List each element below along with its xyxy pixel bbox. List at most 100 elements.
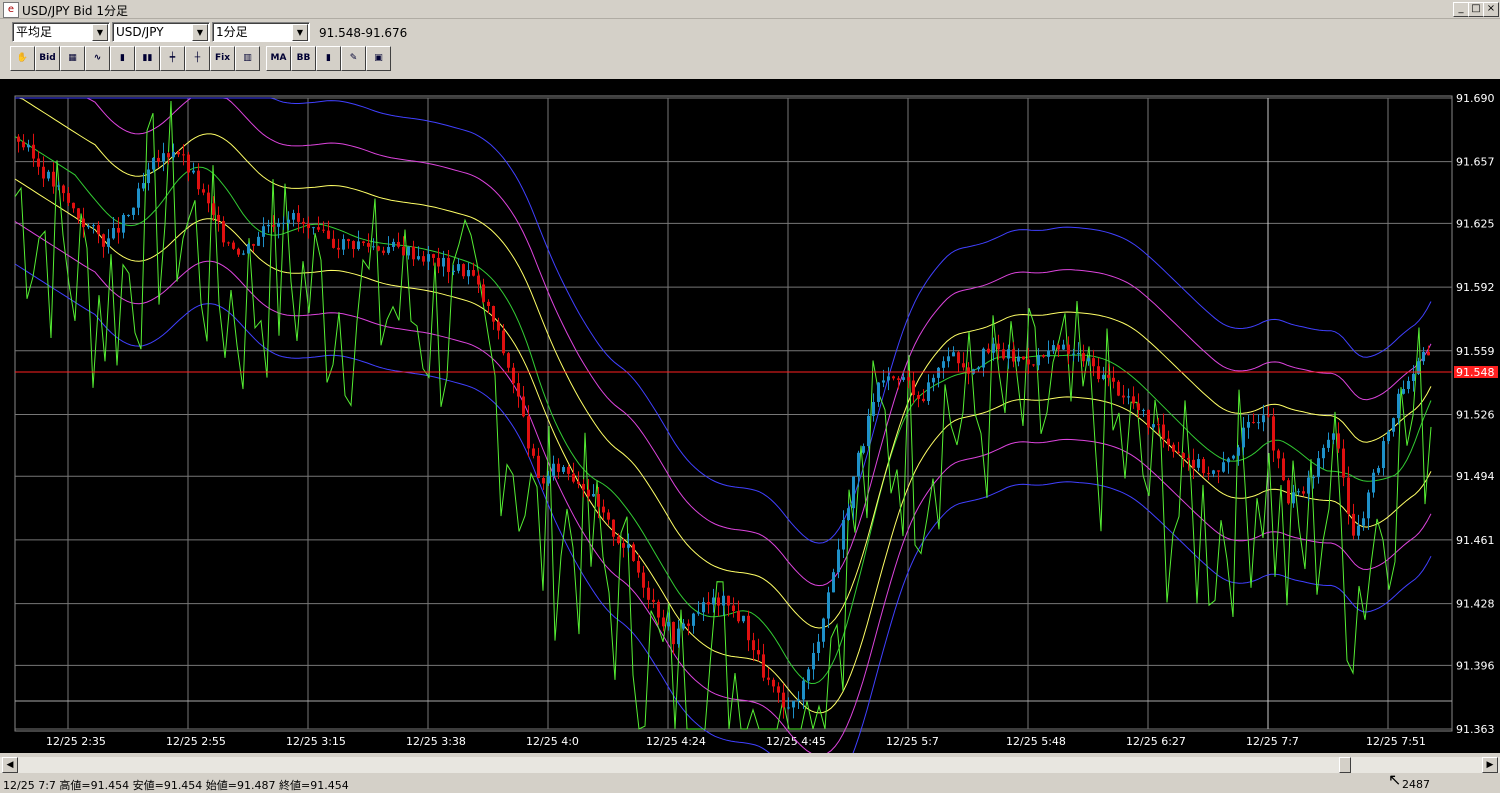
scroll-thumb[interactable] [1339,757,1351,773]
candle-body [52,171,55,187]
candle-body [772,679,775,687]
candle-body [1162,424,1165,439]
hand-tool-button[interactable]: ✋ [10,46,35,71]
candle-body [1232,455,1235,459]
candle-body [152,157,155,170]
candle-body [387,246,390,253]
candle-body [1247,421,1250,428]
candle-body [422,256,425,262]
app-icon[interactable]: e [3,2,19,18]
timeframe-select[interactable]: 1分足 ▼ [212,22,310,42]
scroll-left-button[interactable]: ◀ [2,757,18,773]
y-tick-label: 91.690 [1456,92,1495,105]
candle-body [827,592,830,619]
candle-body [882,380,885,383]
candle-body [862,446,865,453]
candle-body [337,247,340,250]
candle-color-icon[interactable]: ▮ [316,46,341,71]
candle-body [967,367,970,374]
candle-body [172,151,175,158]
maximize-button[interactable]: □ [1468,2,1484,17]
candle-body [312,227,315,229]
candle-body [232,242,235,249]
candle-body [1227,458,1230,463]
candle2-icon[interactable]: ▮▮ [135,46,160,71]
candle-body [542,477,545,484]
candle-body [1072,353,1075,355]
oscillator-icon[interactable]: ∿ [85,46,110,71]
pen-icon[interactable]: ✎ [341,46,366,71]
candle-body [207,192,210,204]
candle-body [867,415,870,447]
candle-body [452,270,455,272]
chart-area[interactable]: 91.690 91.657 91.625 91.592 91.559 91.526 91.4… [0,79,1500,753]
chart-icon[interactable]: ▦ [60,46,85,71]
candle-body [297,213,300,222]
candle-body [1027,359,1030,365]
candle-body [957,352,960,364]
candle-body [592,493,595,497]
bb-fix-icon[interactable]: BB [291,46,316,71]
candle-body [117,227,120,233]
volume-icon[interactable]: ▥ [235,46,260,71]
candle-body [822,618,825,642]
candle-body [927,382,930,402]
candle-body [1307,477,1310,494]
candle-body [747,615,750,641]
candle4-icon[interactable]: ┼ [185,46,210,71]
candle-body [952,352,955,357]
candle-body [102,234,105,247]
candle-body [517,383,520,397]
x-tick-label: 12/25 7:7 [1246,735,1299,748]
chevron-down-icon[interactable]: ▼ [292,24,308,41]
candle-body [217,214,220,221]
camera-icon[interactable]: ▣ [366,46,391,71]
scroll-right-button[interactable]: ▶ [1482,757,1498,773]
candle-body [537,455,540,478]
symbol-select[interactable]: USD/JPY ▼ [112,22,210,42]
candle-body [132,207,135,215]
candle-body [917,395,920,399]
candle-icon[interactable]: ▮ [110,46,135,71]
candle-body [1407,380,1410,389]
candle-body [107,238,110,247]
candle-body [142,183,145,189]
candle3-icon[interactable]: ┿ [160,46,185,71]
y-tick-label: 91.559 [1456,345,1495,358]
candle-body [1002,349,1005,359]
candle-body [1052,345,1055,351]
price-chart[interactable]: 91.690 91.657 91.625 91.592 91.559 91.526 91.4… [0,79,1500,753]
minimize-button[interactable]: _ [1453,2,1469,17]
fix-icon[interactable]: Fix [210,46,235,71]
candle-body [677,628,680,645]
candle-body [1167,438,1170,445]
bid-ask-tool-button[interactable]: Bid [35,46,60,71]
horizontal-scrollbar[interactable]: ◀ ▶ [0,757,1500,773]
x-tick-label: 12/25 4:24 [646,735,706,748]
candle-body [1362,518,1365,526]
candle-body [557,463,560,472]
chevron-down-icon[interactable]: ▼ [192,24,208,41]
candle-body [597,493,600,507]
candle-body [1187,457,1190,460]
candle-body [457,264,460,271]
status-bar: 12/25 7:7 高値=91.454 安値=91.454 始値=91.487 … [0,775,1500,792]
candle-body [1057,345,1060,350]
candle-body [1292,492,1295,504]
candle-body [317,227,320,230]
chart-type-select[interactable]: 平均足 ▼ [12,22,110,42]
candle-body [1357,525,1360,536]
ma-fix-icon[interactable]: MA [266,46,291,71]
selector-toolbar: 平均足 ▼ USD/JPY ▼ 1分足 ▼ 91.548-91.676 [0,19,1500,44]
candle-body [1277,450,1280,459]
candle-body [657,601,660,618]
candle-body [1312,477,1315,479]
candle-body [1382,441,1385,469]
candle-body [1222,462,1225,472]
close-button[interactable]: × [1483,2,1499,17]
y-tick-label: 91.526 [1456,408,1495,421]
candle-body [137,188,140,208]
candle-body [797,699,800,702]
chevron-down-icon[interactable]: ▼ [92,24,108,41]
candle-body [647,587,650,600]
